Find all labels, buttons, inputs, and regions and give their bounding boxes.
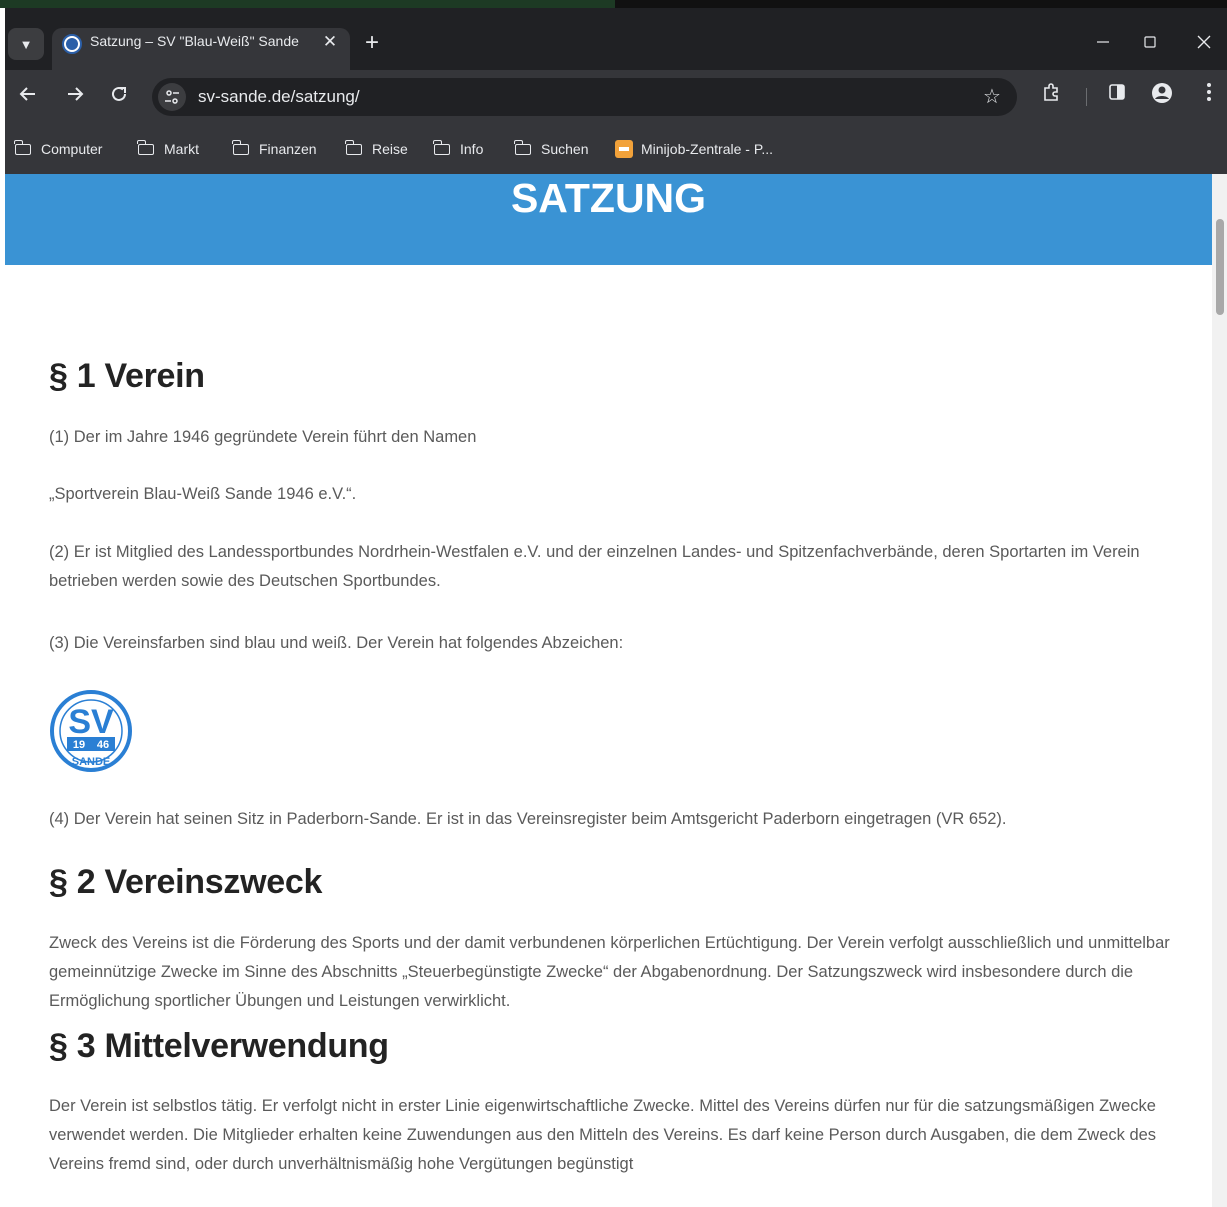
avatar-icon: [1152, 83, 1172, 103]
club-logo: SV 19 46 SANDE: [50, 690, 132, 772]
bookmark-minijob[interactable]: Minijob-Zentrale - P...: [615, 138, 773, 160]
arrow-right-icon: [68, 87, 84, 101]
folder-icon: [514, 139, 531, 155]
maximize-button[interactable]: [1127, 30, 1173, 60]
more-vertical-icon: [1207, 83, 1211, 101]
logo-name: SANDE: [72, 756, 111, 768]
back-button[interactable]: [13, 82, 43, 112]
bookmark-label: Markt: [164, 141, 199, 157]
paragraph: (4) Der Verein hat seinen Sitz in Paderb…: [49, 810, 1007, 828]
toolbar-separator: [1086, 88, 1087, 106]
menu-button[interactable]: [1194, 82, 1224, 112]
tab-close-button[interactable]: ✕: [318, 30, 342, 54]
bookmark-star-icon[interactable]: ☆: [978, 83, 1006, 111]
bookmark-finanzen[interactable]: Finanzen: [232, 138, 317, 160]
folder-icon: [14, 139, 31, 155]
paragraph: „Sportverein Blau-Weiß Sande 1946 e.V.“.: [49, 485, 357, 503]
arrow-left-icon: [19, 87, 35, 101]
tab-favicon-icon: [62, 34, 82, 54]
tab-title: Satzung – SV "Blau-Weiß" Sande: [90, 33, 299, 49]
paragraph: Zweck des Vereins ist die Förderung des …: [49, 934, 1170, 1010]
bookmark-label: Computer: [41, 141, 103, 157]
paragraph: (1) Der im Jahre 1946 gegründete Verein …: [49, 428, 477, 446]
paragraph: (3) Die Vereinsfarben sind blau und weiß…: [49, 634, 624, 652]
bookmark-info[interactable]: Info: [433, 138, 484, 160]
section-heading: § 1 Verein: [49, 357, 205, 395]
desktop-strip: [0, 0, 1227, 8]
url-text[interactable]: sv-sande.de/satzung/: [198, 87, 360, 107]
tab-search-button[interactable]: ▼: [8, 28, 44, 60]
reload-icon: [112, 86, 126, 101]
reload-button[interactable]: [104, 82, 134, 112]
site-info-button[interactable]: [158, 83, 186, 111]
scrollbar-thumb[interactable]: [1216, 219, 1224, 315]
tab-strip: ▼ Satzung – SV "Blau-Weiß" Sande ✕ +: [5, 8, 1227, 70]
bookmark-computer[interactable]: Computer: [14, 138, 103, 160]
folder-icon: [232, 139, 249, 155]
tune-icon: [165, 90, 179, 104]
minimize-icon: [1097, 41, 1109, 43]
folder-icon: [345, 139, 362, 155]
bookmark-label: Finanzen: [259, 141, 317, 157]
folder-icon: [433, 139, 450, 155]
extensions-button[interactable]: [1036, 82, 1066, 112]
side-panel-button[interactable]: [1102, 82, 1132, 112]
bookmark-label: Suchen: [541, 141, 589, 157]
chevron-down-icon: ▼: [19, 36, 33, 52]
minimize-button[interactable]: [1080, 30, 1126, 60]
section-heading: § 3 Mittelverwendung: [49, 1027, 389, 1065]
close-window-button[interactable]: [1181, 30, 1227, 60]
logo-year-right: 46: [97, 739, 109, 751]
puzzle-icon: [1044, 83, 1058, 101]
forward-button[interactable]: [60, 82, 90, 112]
new-tab-button[interactable]: +: [358, 30, 386, 58]
address-bar[interactable]: sv-sande.de/satzung/ ☆: [152, 78, 1017, 116]
bookmark-reise[interactable]: Reise: [345, 138, 408, 160]
paragraph: Der Verein ist selbstlos tätig. Er verfo…: [49, 1097, 1157, 1173]
logo-letters: SV: [68, 703, 114, 741]
page-viewport: SATZUNG § 1 Verein (1) Der im Jahre 1946…: [5, 174, 1227, 1207]
bookmark-suchen[interactable]: Suchen: [514, 138, 589, 160]
browser-chrome: ▼ Satzung – SV "Blau-Weiß" Sande ✕ + sv-…: [5, 8, 1227, 174]
side-panel-icon: [1109, 84, 1125, 100]
active-tab[interactable]: Satzung – SV "Blau-Weiß" Sande ✕: [52, 28, 350, 70]
paragraph: (2) Er ist Mitglied des Landessportbunde…: [49, 543, 1140, 590]
logo-year-left: 19: [73, 739, 85, 751]
bookmark-label: Info: [460, 141, 484, 157]
page-title: SATZUNG: [510, 175, 707, 221]
page-hero: SATZUNG: [5, 174, 1212, 265]
close-icon: [1197, 35, 1211, 49]
profile-button[interactable]: [1147, 82, 1177, 112]
minijob-favicon-icon: [615, 140, 633, 158]
bookmarks-bar: Computer Markt Finanzen Reise Info Suche…: [5, 124, 1227, 174]
bookmark-markt[interactable]: Markt: [137, 138, 199, 160]
page-scrollbar[interactable]: [1212, 174, 1227, 1207]
toolbar: sv-sande.de/satzung/ ☆: [5, 70, 1227, 124]
bookmark-label: Minijob-Zentrale - P...: [641, 141, 774, 157]
maximize-icon: [1144, 36, 1156, 48]
bookmark-label: Reise: [372, 141, 408, 157]
section-heading: § 2 Vereinszweck: [49, 863, 323, 901]
folder-icon: [137, 139, 154, 155]
